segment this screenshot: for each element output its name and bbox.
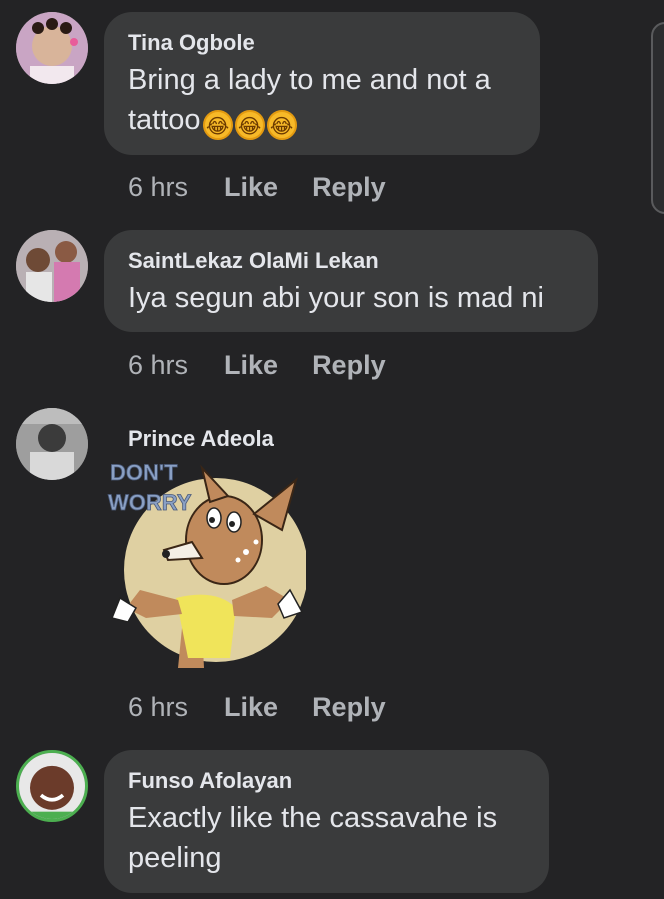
comment-bubble: Funso Afolayan Exactly like the cassavah… [104,750,549,893]
comment-actions: 6 hrs Like Reply [128,692,386,723]
comment-author[interactable]: SaintLekaz OlaMi Lekan [128,248,572,274]
avatar[interactable] [16,408,88,480]
like-button[interactable]: Like [224,172,278,203]
rolling-laughing-emoji-icon: 😂 [202,110,233,140]
comment-author[interactable]: Tina Ogbole [128,30,514,56]
reply-button[interactable]: Reply [312,692,386,723]
comment-author[interactable]: Prince Adeola [128,426,274,452]
comment-bubble: SaintLekaz OlaMi Lekan Iya segun abi you… [104,230,598,332]
comment-actions: 6 hrs Like Reply [128,172,386,203]
comment-author[interactable]: Funso Afolayan [128,768,523,794]
comment-timestamp[interactable]: 6 hrs [128,172,188,203]
scrollbar[interactable] [651,22,664,214]
svg-text:WORRY: WORRY [108,490,192,515]
reply-button[interactable]: Reply [312,172,386,203]
avatar[interactable] [16,230,88,302]
svg-text:DON'T: DON'T [110,460,178,485]
comment-timestamp[interactable]: 6 hrs [128,350,188,381]
like-button[interactable]: Like [224,350,278,381]
avatar[interactable] [16,12,88,84]
comment-text: Exactly like the cassavahe is peeling [128,802,498,874]
comment-text: Bring a lady to me and not a tattoo 😂 😂 😂 [128,60,514,140]
reply-button[interactable]: Reply [312,350,386,381]
comment-timestamp[interactable]: 6 hrs [128,692,188,723]
like-button[interactable]: Like [224,692,278,723]
avatar[interactable] [16,750,88,822]
rolling-laughing-emoji-icon: 😂 [266,110,297,140]
comment-text-content: Bring a lady to me and not a tattoo [128,64,491,136]
comment-text: Iya segun abi your son is mad ni [128,282,544,314]
dont-worry-deer-sticker[interactable]: DON'T WORRY [106,458,306,668]
comment-feed: Tina Ogbole Bring a lady to me and not a… [0,0,664,899]
rolling-laughing-emoji-icon: 😂 [234,110,265,140]
comment-actions: 6 hrs Like Reply [128,350,386,381]
comment-bubble: Tina Ogbole Bring a lady to me and not a… [104,12,540,155]
